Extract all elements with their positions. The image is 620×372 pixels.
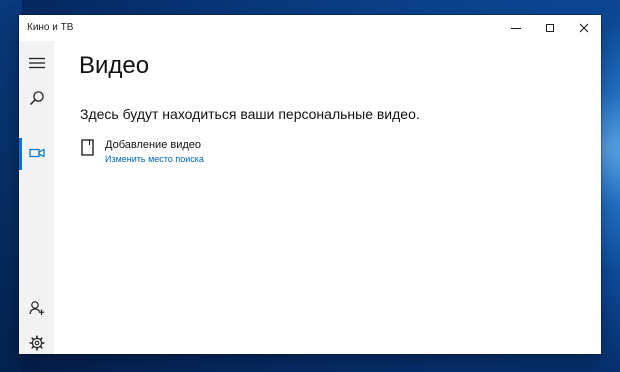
search-icon xyxy=(29,90,45,111)
document-icon[interactable] xyxy=(81,139,94,161)
minimize-button[interactable] xyxy=(499,15,533,41)
maximize-button[interactable] xyxy=(533,15,567,41)
add-video-label[interactable]: Добавление видео xyxy=(105,139,201,151)
settings-button[interactable] xyxy=(19,329,54,361)
person-add-icon xyxy=(28,300,45,321)
minimize-icon xyxy=(511,23,521,33)
title-bar[interactable]: Кино и ТВ xyxy=(19,15,601,41)
window-title: Кино и ТВ xyxy=(27,22,74,33)
account-button[interactable] xyxy=(19,294,54,326)
sidebar xyxy=(19,41,54,354)
search-button[interactable] xyxy=(19,84,54,116)
app-window: Кино и ТВ Видео Здесь будут находиться в… xyxy=(19,15,601,354)
main-content: Видео Здесь будут находиться ваши персон… xyxy=(54,41,601,354)
maximize-icon xyxy=(545,23,555,33)
hamburger-icon xyxy=(28,56,45,74)
empty-state-message: Здесь будут находиться ваши персональные… xyxy=(80,106,420,122)
page-title: Видео xyxy=(79,52,150,79)
gear-icon xyxy=(28,334,45,356)
hamburger-menu-button[interactable] xyxy=(19,49,54,81)
sidebar-item-video[interactable] xyxy=(19,138,54,170)
close-button[interactable] xyxy=(567,15,601,41)
change-search-location-link[interactable]: Изменить место поиска xyxy=(105,154,204,164)
close-icon xyxy=(579,23,589,33)
video-camera-icon xyxy=(28,145,45,163)
